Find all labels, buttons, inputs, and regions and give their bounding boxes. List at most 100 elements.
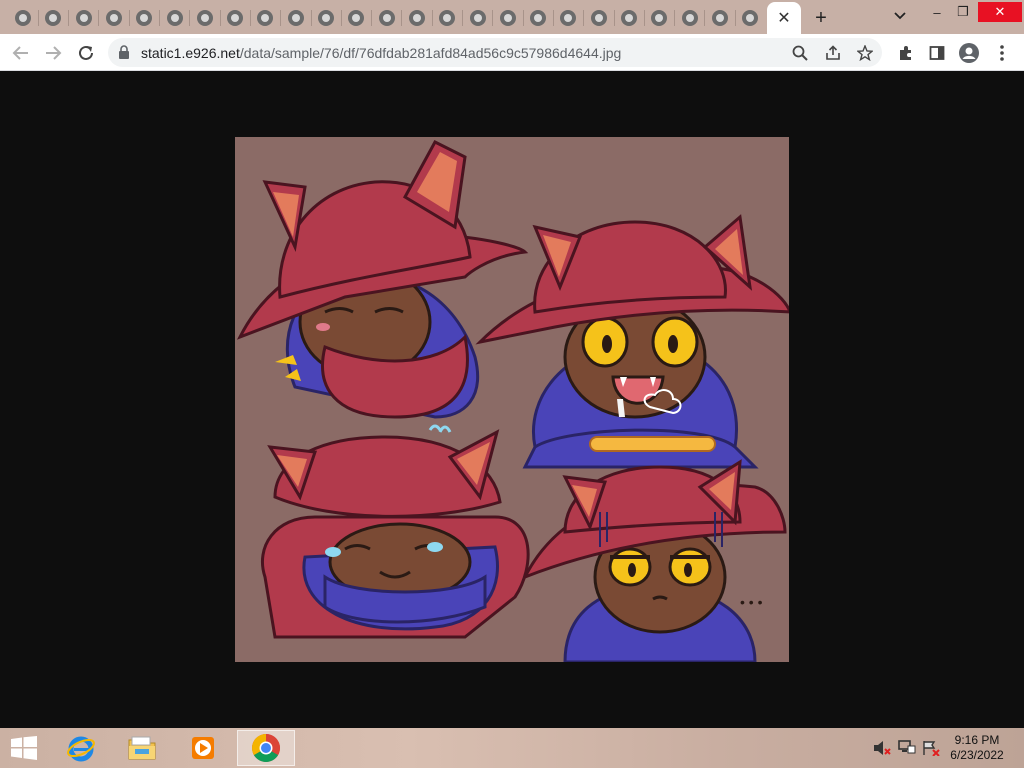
tab-separator (431, 10, 433, 26)
tab-search-button[interactable] (888, 6, 912, 26)
ellipsis-dots: • • • (740, 594, 763, 610)
tab-inactive[interactable] (250, 4, 280, 32)
share-icon (826, 45, 840, 60)
network-icon[interactable] (898, 740, 916, 756)
file-explorer-button[interactable] (113, 730, 171, 766)
media-player-icon (192, 737, 214, 759)
tab-favicon-icon (318, 10, 334, 26)
close-window-button[interactable]: ✕ (978, 2, 1022, 22)
tab-separator (189, 10, 191, 26)
tab-inactive[interactable] (8, 4, 38, 32)
tab-inactive[interactable] (463, 4, 493, 32)
tab-favicon-icon (560, 10, 577, 26)
side-panel-button[interactable] (924, 40, 950, 66)
tab-separator (371, 10, 373, 26)
page-viewport[interactable]: • • • (0, 71, 1024, 728)
character-excited (475, 214, 789, 469)
tab-inactive[interactable] (341, 4, 371, 32)
tab-favicon-icon (651, 10, 668, 26)
url-text[interactable]: static1.e926.net/data/sample/76/df/76dfd… (141, 45, 621, 61)
tab-favicon-icon (166, 10, 183, 26)
url-host: static1.e926.net (141, 45, 240, 61)
tab-close-icon[interactable]: ✕ (777, 8, 790, 28)
start-button[interactable] (0, 730, 48, 766)
profile-button[interactable] (956, 40, 982, 66)
tab-separator (401, 10, 403, 26)
tab-inactive[interactable] (644, 4, 674, 32)
chevron-down-icon (894, 12, 906, 20)
extensions-button[interactable] (893, 40, 919, 66)
star-icon (857, 45, 873, 61)
tab-inactive[interactable] (99, 4, 129, 32)
tab-inactive[interactable] (160, 4, 190, 32)
tab-inactive[interactable] (69, 4, 99, 32)
tab-inactive[interactable] (493, 4, 523, 32)
tab-favicon-icon (681, 10, 698, 26)
share-button[interactable] (821, 41, 845, 65)
tab-favicon-icon (348, 10, 365, 26)
tab-inactive[interactable] (735, 4, 765, 32)
taskbar-clock[interactable]: 9:16 PM 6/23/2022 (942, 733, 1012, 763)
puzzle-icon (900, 46, 911, 60)
bookmark-button[interactable] (853, 41, 877, 65)
forward-button[interactable] (40, 40, 66, 66)
tab-favicon-icon (105, 10, 122, 26)
tab-separator (613, 10, 615, 26)
arrow-right-icon (46, 46, 62, 60)
tab-inactive[interactable] (553, 4, 583, 32)
tab-separator (68, 10, 70, 26)
zoom-button[interactable] (788, 41, 812, 65)
lock-icon (119, 45, 129, 59)
minimize-button[interactable]: – (926, 2, 948, 22)
tab-inactive[interactable] (584, 4, 614, 32)
url-path: /data/sample/76/df/76dfdab281afd84ad56c9… (239, 45, 622, 61)
artwork-illustration: • • • (236, 140, 789, 662)
action-center-icon[interactable] (922, 740, 940, 756)
arrow-left-icon (12, 46, 28, 60)
reload-button[interactable] (73, 40, 99, 66)
tab-separator (249, 10, 251, 26)
internet-explorer-icon (67, 736, 95, 762)
tab-separator (522, 10, 524, 26)
tab-inactive[interactable] (190, 4, 220, 32)
tab-inactive[interactable] (402, 4, 432, 32)
magnifier-icon (792, 45, 808, 61)
tab-separator (674, 10, 676, 26)
file-explorer-icon (128, 736, 156, 760)
tab-inactive[interactable] (523, 4, 553, 32)
start-icon (11, 736, 37, 760)
artwork-image[interactable]: • • • (235, 137, 789, 662)
tab-favicon-icon (287, 10, 304, 26)
tab-active[interactable]: ✕ (767, 2, 801, 34)
media-player-button[interactable] (174, 730, 232, 766)
tab-inactive[interactable] (281, 4, 311, 32)
tab-inactive[interactable] (129, 4, 159, 32)
tab-inactive[interactable] (311, 4, 341, 32)
tab-inactive[interactable] (614, 4, 644, 32)
character-smug (236, 140, 529, 419)
clock-date: 6/23/2022 (950, 748, 1004, 762)
tab-favicon-icon (45, 10, 62, 26)
chrome-button[interactable] (237, 730, 295, 766)
tab-inactive[interactable] (675, 4, 705, 32)
tab-inactive[interactable] (432, 4, 462, 32)
tab-favicon-icon (469, 10, 486, 26)
tab-strip: ✕ + – ❐ ✕ (0, 0, 1024, 34)
side-panel-icon (929, 46, 945, 60)
back-button[interactable] (8, 40, 34, 66)
tab-favicon-icon (257, 10, 274, 26)
menu-button[interactable] (989, 40, 1015, 66)
browser-toolbar: static1.e926.net/data/sample/76/df/76dfd… (0, 34, 1024, 71)
tab-inactive[interactable] (38, 4, 68, 32)
address-bar[interactable]: static1.e926.net/data/sample/76/df/76dfd… (108, 38, 882, 67)
tab-inactive[interactable] (705, 4, 735, 32)
restore-button[interactable]: ❐ (952, 2, 974, 22)
tab-inactive[interactable] (220, 4, 250, 32)
new-tab-button[interactable]: + (808, 5, 834, 31)
tab-separator (37, 10, 39, 26)
tab-inactive[interactable] (372, 4, 402, 32)
volume-muted-icon[interactable] (873, 740, 891, 756)
internet-explorer-button[interactable] (52, 730, 110, 766)
reload-icon (79, 45, 93, 60)
clock-time: 9:16 PM (954, 733, 1000, 747)
